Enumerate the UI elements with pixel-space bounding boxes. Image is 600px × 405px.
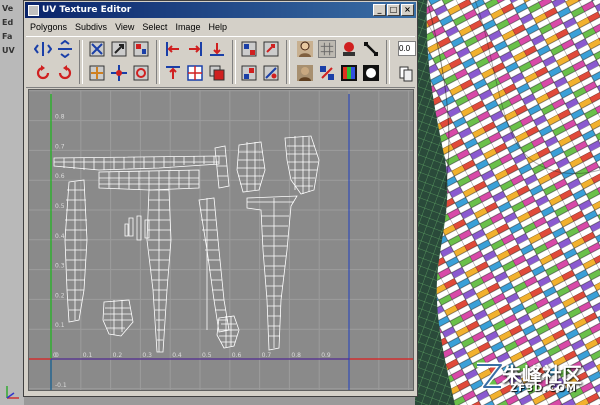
u-tick-label: 0.5 — [202, 352, 212, 359]
rgb-channels-icon[interactable] — [340, 64, 358, 82]
dim-image-icon[interactable] — [296, 64, 314, 82]
grid-uvs-icon[interactable] — [186, 64, 204, 82]
u-tick-label: 0.8 — [291, 352, 301, 359]
v-tick-label: -0.1 — [55, 382, 67, 389]
align-bottom-icon[interactable] — [208, 40, 226, 58]
menu-subdivs[interactable]: Subdivs — [71, 22, 111, 32]
menu-image[interactable]: Image — [171, 22, 204, 32]
unfold-uvs-icon[interactable] — [132, 64, 150, 82]
u-tick-label: 0.7 — [262, 352, 272, 359]
v-tick-label: 0.2 — [55, 292, 65, 299]
window-icon — [28, 4, 39, 16]
toolbar-separator — [156, 40, 160, 84]
maximize-button[interactable]: □ — [387, 4, 400, 16]
align-top-icon[interactable] — [164, 64, 182, 82]
alpha-channel-icon[interactable] — [362, 64, 380, 82]
toolbar-separator — [79, 40, 83, 84]
flip-uv-horizontal-icon[interactable] — [34, 40, 52, 58]
menu-view[interactable]: View — [111, 22, 138, 32]
uv-layout-view: 0.90.80.70.60.50.40.30.20.10-0.1 00.10.2… — [29, 90, 413, 390]
v-tick-label: 0.1 — [55, 322, 65, 329]
snap-pixels-icon[interactable] — [318, 64, 336, 82]
zf3d-logo-icon — [477, 362, 504, 390]
axis-indicator-icon — [6, 386, 19, 399]
v-tick-label: 0.4 — [55, 233, 65, 240]
u-tick-label: 0.2 — [113, 352, 123, 359]
move-uv-shell-icon[interactable] — [110, 64, 128, 82]
minimize-button[interactable]: _ — [373, 4, 386, 16]
site-watermark: 朱峰社区 ZF3D.COM — [474, 359, 594, 401]
strip-label-1: Ve — [2, 4, 14, 13]
menu-select[interactable]: Select — [138, 22, 171, 32]
strip-label-4: UV — [2, 46, 15, 55]
flip-uv-vertical-icon[interactable] — [56, 40, 74, 58]
window-title: UV Texture Editor — [42, 5, 132, 15]
shaded-uvs-icon[interactable] — [340, 40, 358, 58]
v-tick-label: 0.3 — [55, 263, 65, 270]
v-tick-label: 0.9 — [55, 90, 65, 91]
u-tick-label: 0.9 — [321, 352, 331, 359]
uv-value-field[interactable]: 0.0 — [398, 41, 416, 56]
swap-uvs-icon[interactable] — [262, 64, 280, 82]
textured-head-model — [415, 0, 600, 405]
maya-left-panel: Ve Ed Fa UV — [0, 0, 24, 405]
split-uvs-icon[interactable] — [110, 40, 128, 58]
align-left-icon[interactable] — [164, 40, 182, 58]
strip-label-3: Fa — [2, 32, 13, 41]
paste-u-icon[interactable] — [240, 40, 258, 58]
toolbar: 0.0 — [26, 36, 416, 88]
rotate-cw-icon[interactable] — [56, 64, 74, 82]
toolbar-separator — [232, 40, 236, 84]
u-tick-label: 0.1 — [83, 352, 93, 359]
pixel-snap-icon[interactable] — [362, 40, 380, 58]
strip-label-2: Ed — [2, 18, 14, 27]
u-tick-label: 0 — [53, 352, 57, 359]
layout-uvs-icon[interactable] — [132, 40, 150, 58]
menu-bar: Polygons Subdivs View Select Image Help — [26, 20, 415, 34]
menu-help[interactable]: Help — [204, 22, 231, 32]
perspective-viewport[interactable] — [415, 0, 600, 405]
title-bar[interactable]: UV Texture Editor _ □ × — [25, 2, 416, 18]
u-tick-label: 0.6 — [232, 352, 242, 359]
u-tick-label: 0.4 — [172, 352, 182, 359]
align-right-icon[interactable] — [186, 40, 204, 58]
uv-texture-editor-window[interactable]: UV Texture Editor _ □ × Polygons Subdivs… — [23, 0, 418, 397]
copy-uvs-icon[interactable] — [208, 64, 226, 82]
menu-polygons[interactable]: Polygons — [26, 22, 71, 32]
v-tick-label: 0.8 — [55, 114, 65, 121]
cut-uv-edges-icon[interactable] — [88, 40, 106, 58]
paste-v-icon[interactable] — [240, 64, 258, 82]
cycle-uvs-icon[interactable] — [262, 40, 280, 58]
uv-editor-canvas[interactable]: 0.90.80.70.60.50.40.30.20.10-0.1 00.10.2… — [28, 89, 414, 391]
u-tick-label: 0.3 — [142, 352, 152, 359]
close-button[interactable]: × — [401, 4, 414, 16]
copy-value-icon[interactable] — [397, 64, 415, 82]
uv-shells — [53, 135, 320, 353]
display-image-icon[interactable] — [296, 40, 314, 58]
toolbar-separator — [386, 40, 390, 84]
toggle-grid-icon[interactable] — [318, 40, 336, 58]
v-tick-label: 0.5 — [55, 203, 65, 210]
rotate-ccw-icon[interactable] — [34, 64, 52, 82]
toolbar-separator — [286, 40, 290, 84]
v-tick-label: 0.7 — [55, 143, 65, 150]
watermark-url: ZF3D.COM — [510, 383, 577, 394]
v-tick-label: 0.6 — [55, 173, 65, 180]
sew-uv-edges-icon[interactable] — [88, 64, 106, 82]
